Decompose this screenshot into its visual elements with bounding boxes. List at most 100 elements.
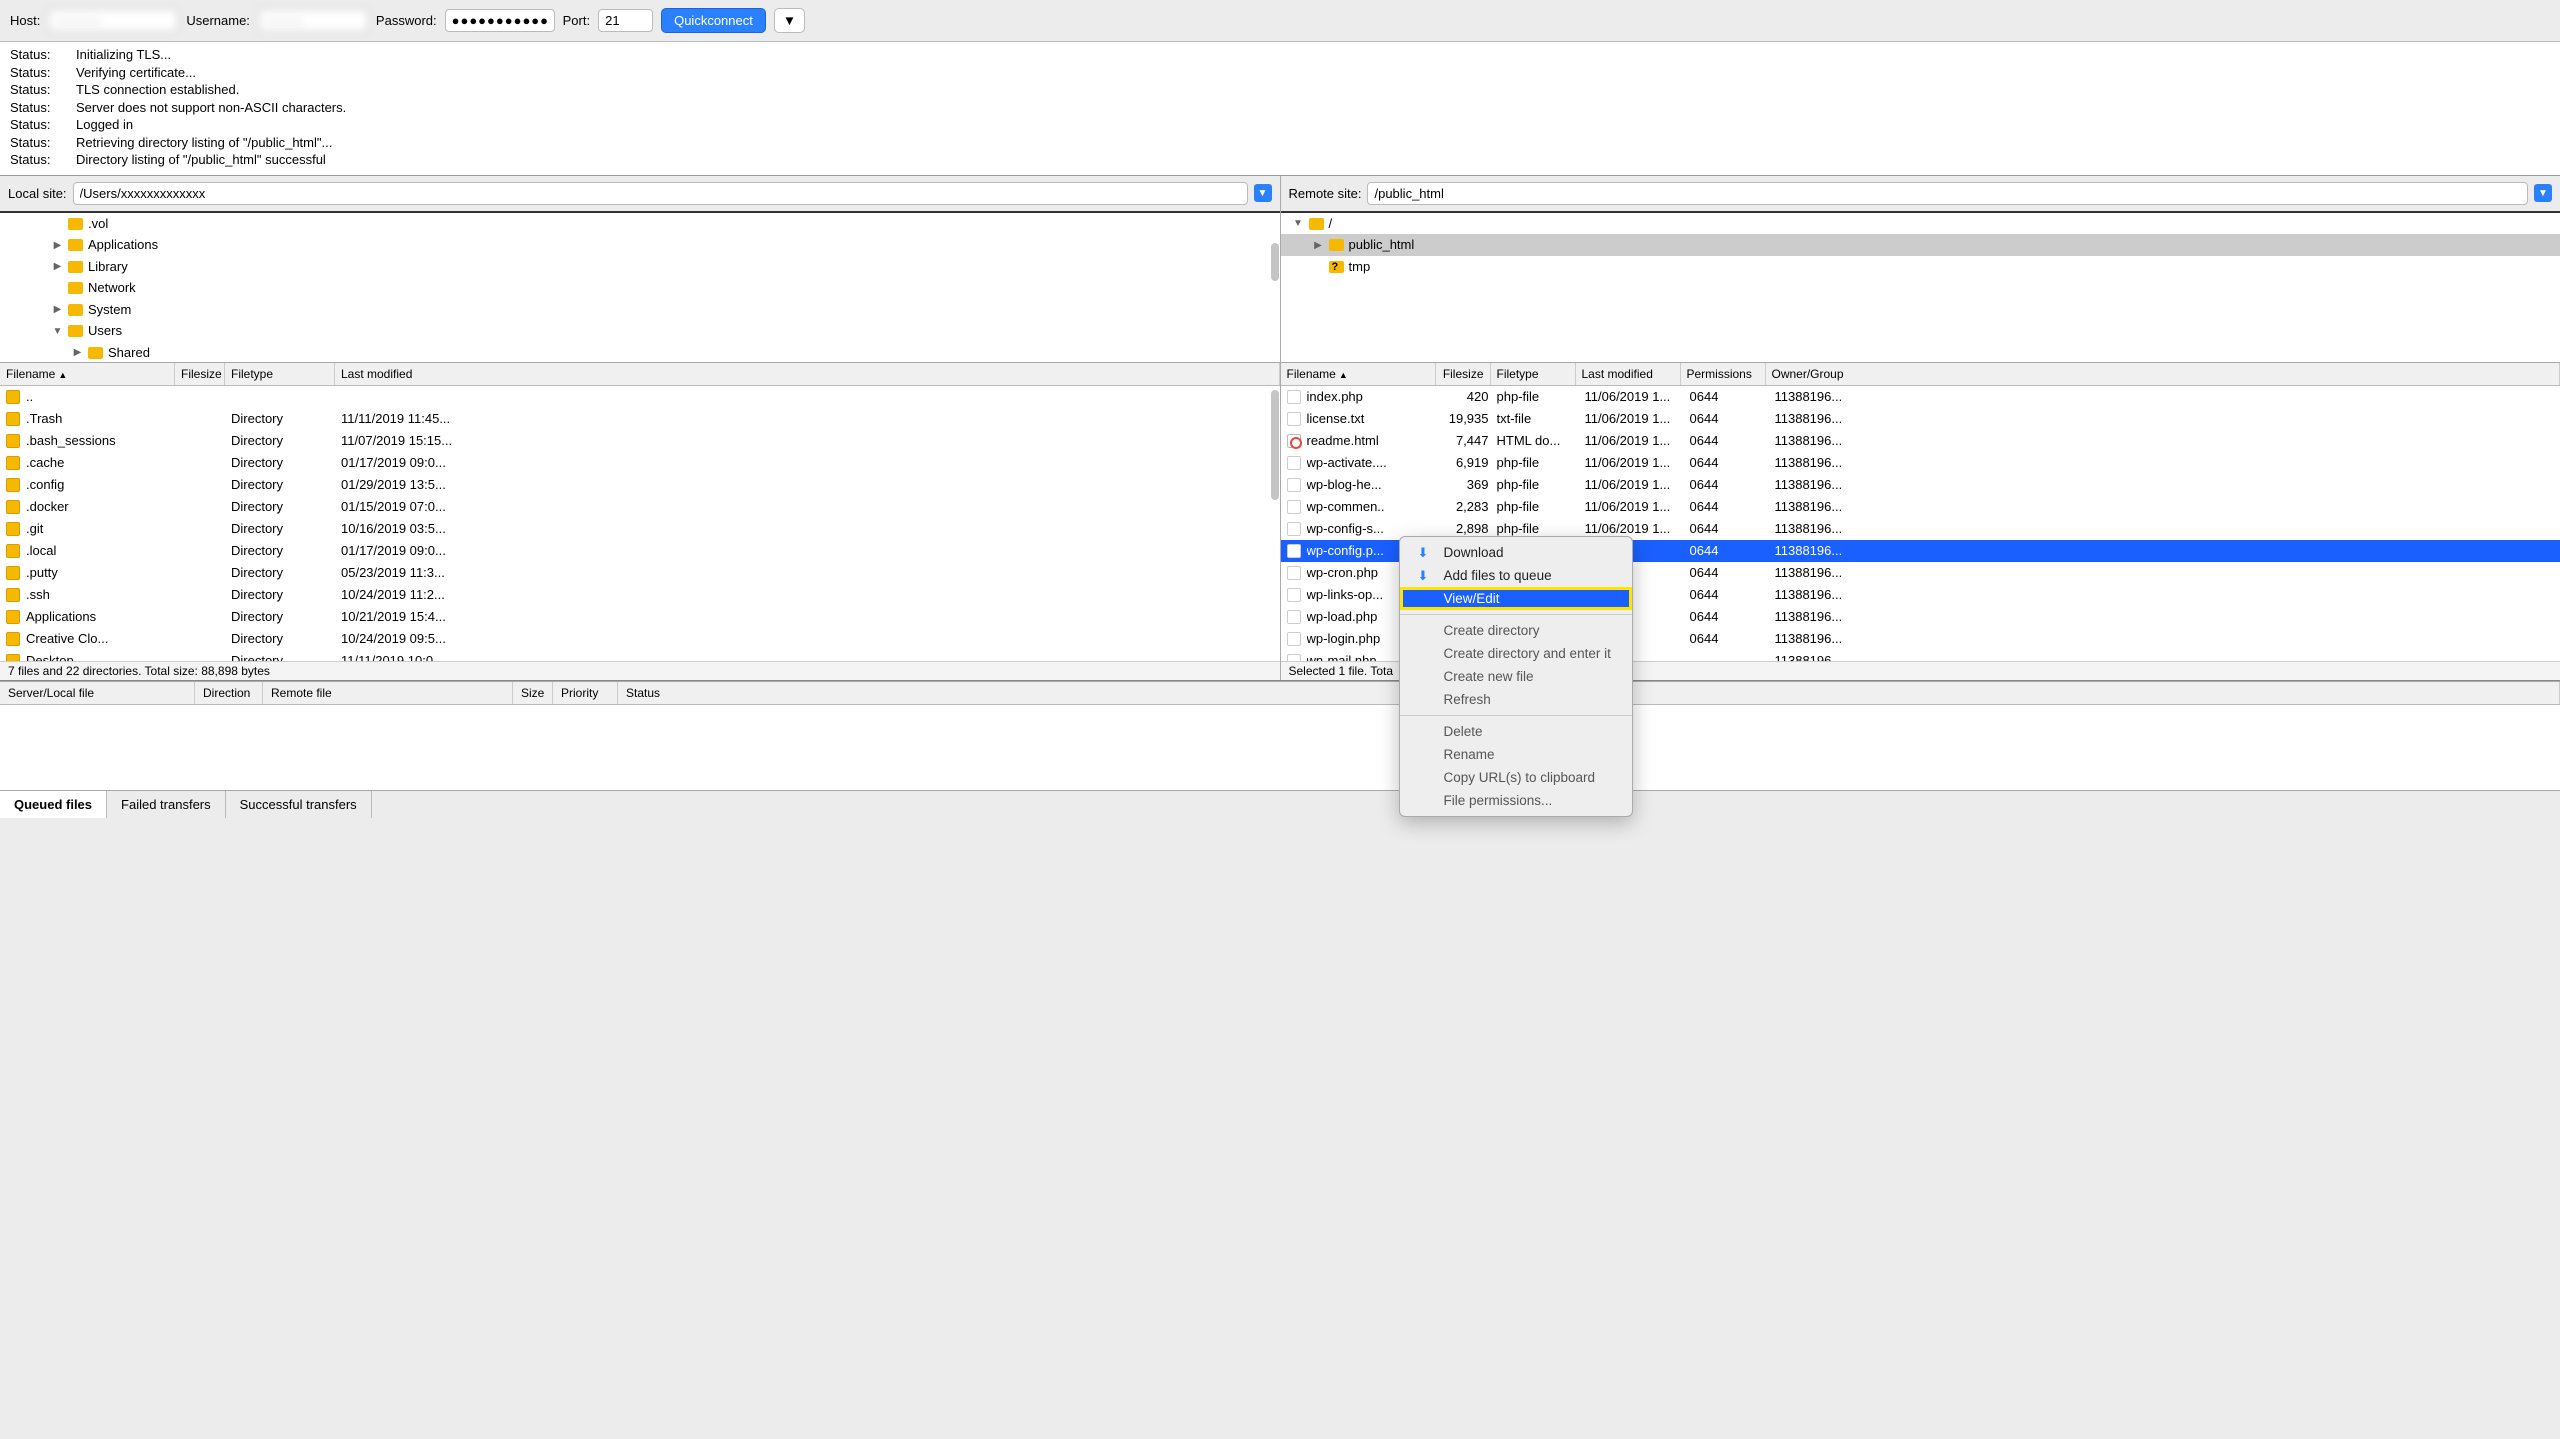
transfer-queue[interactable]: [0, 705, 2560, 790]
tree-item[interactable]: ▶Library: [0, 256, 1280, 278]
file-type: Directory: [231, 650, 341, 661]
log-label: Status:: [10, 116, 58, 134]
queue-header[interactable]: Server/Local file Direction Remote file …: [0, 681, 2560, 705]
file-row[interactable]: .cacheDirectory01/17/2019 09:0...: [0, 452, 1280, 474]
file-icon: [1287, 412, 1301, 426]
tree-item[interactable]: ▶public_html: [1281, 234, 2560, 256]
file-row[interactable]: .configDirectory01/29/2019 13:5...: [0, 474, 1280, 496]
host-label: Host:: [10, 13, 40, 28]
scrollbar-thumb[interactable]: [1271, 243, 1279, 281]
local-tree[interactable]: .vol▶Applications▶LibraryNetwork▶System▼…: [0, 213, 1280, 363]
tab-failed[interactable]: Failed transfers: [107, 791, 226, 818]
file-type: Directory: [231, 408, 341, 430]
folder-icon: [6, 654, 20, 661]
ctx-create-new-file[interactable]: Create new file: [1400, 665, 1632, 688]
ctx-create-directory-enter[interactable]: Create directory and enter it: [1400, 642, 1632, 665]
ctx-view-edit[interactable]: View/Edit: [1400, 587, 1632, 610]
disclosure-icon[interactable]: ▶: [52, 259, 63, 274]
tab-successful[interactable]: Successful transfers: [226, 791, 372, 818]
quickconnect-button[interactable]: Quickconnect: [661, 8, 766, 33]
port-input[interactable]: [598, 9, 653, 32]
tree-item[interactable]: tmp: [1281, 256, 2560, 278]
file-name: .config: [26, 474, 181, 496]
file-modified: 01/17/2019 09:0...: [341, 540, 1274, 562]
file-row[interactable]: Creative Clo...Directory10/24/2019 09:5.…: [0, 628, 1280, 650]
quickconnect-history-button[interactable]: ▼: [774, 8, 805, 33]
ctx-file-permissions[interactable]: File permissions...: [1400, 789, 1632, 812]
disclosure-icon[interactable]: ▶: [52, 238, 63, 253]
file-permissions: 0644: [1690, 540, 1775, 562]
tab-queued[interactable]: Queued files: [0, 791, 107, 818]
file-name: .bash_sessions: [26, 430, 181, 452]
local-list-header[interactable]: Filename▲ Filesize Filetype Last modifie…: [0, 363, 1280, 386]
file-permissions: 0644: [1690, 584, 1775, 606]
local-file-list[interactable]: ...TrashDirectory11/11/2019 11:45....bas…: [0, 386, 1280, 661]
tree-label: Users: [88, 321, 122, 341]
file-row[interactable]: .bash_sessionsDirectory11/07/2019 15:15.…: [0, 430, 1280, 452]
ctx-rename[interactable]: Rename: [1400, 743, 1632, 766]
remote-path-dropdown[interactable]: ▼: [2534, 184, 2552, 202]
username-input[interactable]: [258, 9, 368, 32]
remote-path-input[interactable]: [1367, 182, 2528, 205]
file-name: license.txt: [1307, 408, 1442, 430]
file-row[interactable]: DesktopDirectory11/11/2019 10:0...: [0, 650, 1280, 661]
file-icon: [1287, 522, 1301, 536]
remote-list-header[interactable]: Filename▲ Filesize Filetype Last modifie…: [1281, 363, 2560, 386]
disclosure-icon[interactable]: ▼: [52, 324, 63, 339]
tree-item[interactable]: ▼ Users: [0, 320, 1280, 342]
folder-icon: [88, 347, 103, 359]
file-row[interactable]: ApplicationsDirectory10/21/2019 15:4...: [0, 606, 1280, 628]
file-modified: 01/15/2019 07:0...: [341, 496, 1274, 518]
file-owner: 11388196...: [1775, 386, 2555, 408]
file-row[interactable]: .puttyDirectory05/23/2019 11:3...: [0, 562, 1280, 584]
file-row[interactable]: wp-blog-he...369php-file11/06/2019 1...0…: [1281, 474, 2560, 496]
disclosure-icon[interactable]: ▶: [52, 302, 63, 317]
file-row[interactable]: readme.html7,447HTML do...11/06/2019 1..…: [1281, 430, 2560, 452]
file-icon: [1287, 654, 1301, 661]
file-owner: 11388196...: [1775, 584, 2555, 606]
ctx-add-to-queue[interactable]: ⬇Add files to queue: [1400, 564, 1632, 587]
scrollbar-thumb[interactable]: [1271, 390, 1279, 500]
ctx-copy-url[interactable]: Copy URL(s) to clipboard: [1400, 766, 1632, 789]
tree-item[interactable]: ▼/: [1281, 213, 2560, 235]
disclosure-icon[interactable]: ▶: [72, 345, 83, 360]
disclosure-icon[interactable]: ▶: [1313, 238, 1324, 253]
file-row[interactable]: wp-commen..2,283php-file11/06/2019 1...0…: [1281, 496, 2560, 518]
file-type: Directory: [231, 628, 341, 650]
local-path-dropdown[interactable]: ▼: [1254, 184, 1272, 202]
tree-item[interactable]: .vol: [0, 213, 1280, 235]
file-row[interactable]: license.txt19,935txt-file11/06/2019 1...…: [1281, 408, 2560, 430]
file-row[interactable]: wp-activate....6,919php-file11/06/2019 1…: [1281, 452, 2560, 474]
tree-item[interactable]: ▶Applications: [0, 234, 1280, 256]
ctx-create-directory[interactable]: Create directory: [1400, 619, 1632, 642]
host-input[interactable]: [48, 9, 178, 32]
disclosure-icon[interactable]: ▼: [1293, 216, 1304, 231]
file-name: Applications: [26, 606, 181, 628]
ctx-download[interactable]: ⬇Download: [1400, 541, 1632, 564]
file-row[interactable]: .gitDirectory10/16/2019 03:5...: [0, 518, 1280, 540]
file-row[interactable]: index.php420php-file11/06/2019 1...06441…: [1281, 386, 2560, 408]
log-label: Status:: [10, 81, 58, 99]
tree-item[interactable]: ▶Shared: [0, 342, 1280, 363]
password-label: Password:: [376, 13, 437, 28]
file-row[interactable]: .localDirectory01/17/2019 09:0...: [0, 540, 1280, 562]
ctx-delete[interactable]: Delete: [1400, 720, 1632, 743]
log-label: Status:: [10, 64, 58, 82]
file-icon: [1287, 544, 1301, 558]
file-owner: 11388196...: [1775, 628, 2555, 650]
file-row[interactable]: ..: [0, 386, 1280, 408]
file-row[interactable]: .dockerDirectory01/15/2019 07:0...: [0, 496, 1280, 518]
file-row[interactable]: .TrashDirectory11/11/2019 11:45...: [0, 408, 1280, 430]
ctx-refresh[interactable]: Refresh: [1400, 688, 1632, 711]
local-path-input[interactable]: [73, 182, 1248, 205]
tree-label: System: [88, 300, 131, 320]
tree-item[interactable]: Network: [0, 277, 1280, 299]
file-row[interactable]: .sshDirectory10/24/2019 11:2...: [0, 584, 1280, 606]
file-permissions: 0644: [1690, 474, 1775, 496]
log-message: Directory listing of "/public_html" succ…: [76, 151, 326, 169]
tree-item[interactable]: ▶ System: [0, 299, 1280, 321]
remote-tree[interactable]: ▼/▶public_htmltmp: [1281, 213, 2560, 363]
file-name: .cache: [26, 452, 181, 474]
password-input[interactable]: [445, 9, 555, 32]
file-permissions: 0644: [1690, 430, 1775, 452]
